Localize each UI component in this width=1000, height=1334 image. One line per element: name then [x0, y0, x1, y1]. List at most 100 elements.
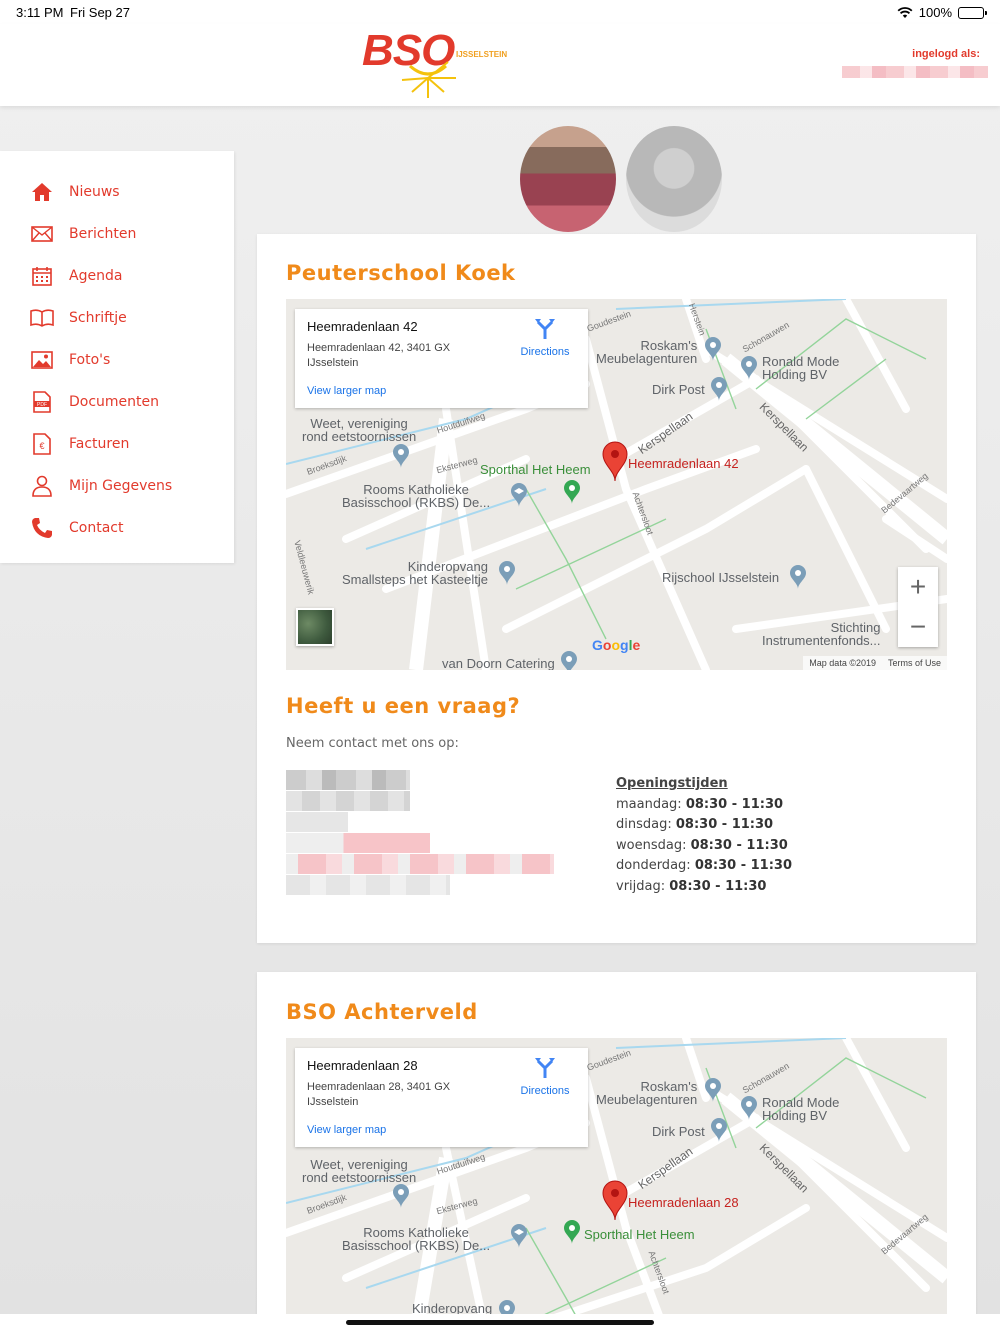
- directions-icon: [535, 319, 555, 339]
- map-info-box: Heemradenlaan 42 Heemradenlaan 42, 3401 …: [295, 309, 588, 408]
- battery-icon: [958, 6, 987, 19]
- opening-hours-row: dinsdag: 08:30 - 11:30: [616, 817, 774, 832]
- poi-label: Rijschool IJsselstein: [662, 570, 780, 585]
- poi-label: Rooms Katholieke Basisschool (RKBS) De...: [342, 1225, 491, 1253]
- location-card: BSO Achterveld Heemradenlaan 28 Heemrade…: [257, 972, 976, 1334]
- map-info-box: Heemradenlaan 28 Heemradenlaan 28, 3401 …: [295, 1048, 588, 1147]
- location-pin-icon[interactable]: [602, 441, 628, 481]
- avatar[interactable]: [520, 126, 616, 232]
- location-card: Peuterschool Koek Heemradenlaan 42 Heemr…: [257, 234, 976, 943]
- school-pin-icon[interactable]: [510, 1224, 528, 1248]
- status-time: 3:11 PM: [16, 5, 64, 20]
- poi-pin-icon[interactable]: [704, 337, 722, 361]
- directions-icon: [535, 1058, 555, 1078]
- map-place-name: Heemradenlaan 42: [307, 319, 418, 334]
- poi-label: Kinderopvang Smallsteps het Kasteeltje: [342, 559, 488, 587]
- avatar[interactable]: [626, 126, 722, 232]
- map-footer: Map data ©2019 Terms of Use: [803, 656, 947, 670]
- directions-button[interactable]: Directions: [515, 317, 575, 358]
- svg-text:PDF: PDF: [37, 402, 47, 408]
- poi-pin-icon[interactable]: [498, 561, 516, 585]
- child-avatars: [520, 126, 722, 232]
- poi-pin-icon[interactable]: [563, 480, 581, 504]
- location-pin-icon[interactable]: [602, 1180, 628, 1220]
- status-bar: 3:11 PM Fri Sep 27 100%: [0, 0, 1000, 24]
- sidebar-item-label: Contact: [69, 520, 124, 536]
- phone-icon: [30, 516, 54, 540]
- map-data-credit: Map data ©2019: [809, 658, 876, 668]
- directions-button[interactable]: Directions: [515, 1056, 575, 1097]
- sidebar-item-mijn-gegevens[interactable]: Mijn Gegevens: [30, 471, 172, 501]
- map-place-name: Heemradenlaan 28: [307, 1058, 418, 1073]
- map-place-address: Heemradenlaan 28, 3401 GX IJsselstein: [307, 1081, 451, 1108]
- poi-pin-icon[interactable]: [710, 377, 728, 401]
- poi-pin-icon[interactable]: [789, 565, 807, 589]
- google-logo: Google: [592, 637, 641, 653]
- view-larger-map-link[interactable]: View larger map: [307, 1124, 386, 1136]
- opening-hours: Openingstijden maandag: 08:30 - 11:30 di…: [616, 774, 792, 897]
- map-place-address: Heemradenlaan 42, 3401 GX IJsselstein: [307, 342, 451, 369]
- sidebar-item-facturen[interactable]: € Facturen: [30, 429, 129, 459]
- poi-pin-icon[interactable]: [392, 1184, 410, 1208]
- sidebar-item-contact[interactable]: Contact: [30, 513, 123, 543]
- poi-label: Dirk Post: [652, 382, 705, 397]
- sidebar-item-berichten[interactable]: Berichten: [30, 219, 136, 249]
- poi-label: Roskam's Meubelagenturen: [596, 338, 698, 366]
- image-icon: [30, 348, 54, 372]
- school-pin-icon[interactable]: [510, 483, 528, 507]
- sidebar-item-label: Mijn Gegevens: [69, 478, 173, 494]
- home-icon: [30, 180, 54, 204]
- envelope-icon: [30, 222, 54, 246]
- sidebar-item-schriftje[interactable]: Schriftje: [30, 303, 127, 333]
- poi-label: Ronald Mode Holding BV: [762, 1095, 840, 1123]
- poi-label: Dirk Post: [652, 1124, 705, 1139]
- opening-hours-row: vrijdag: 08:30 - 11:30: [616, 878, 767, 894]
- poi-pin-icon[interactable]: [740, 1096, 758, 1120]
- poi-label: Sporthal Het Heem: [480, 462, 591, 477]
- sidebar-item-agenda[interactable]: Agenda: [30, 261, 122, 291]
- contact-subtitle: Neem contact met ons op:: [286, 736, 459, 751]
- google-map[interactable]: Heemradenlaan 42 Heemradenlaan 42, 3401 …: [286, 299, 947, 670]
- location-title: Peuterschool Koek: [286, 261, 516, 285]
- bso-logo[interactable]: BSO IJSSELSTEIN: [362, 26, 507, 104]
- sidebar-item-label: Agenda: [69, 268, 123, 284]
- poi-pin-icon[interactable]: [392, 444, 410, 468]
- location-pin-label: Heemradenlaan 28: [628, 1195, 739, 1210]
- app-header: BSO IJSSELSTEIN ingelogd als:: [0, 24, 1000, 106]
- home-indicator[interactable]: [346, 1320, 654, 1325]
- pdf-icon: PDF: [30, 390, 54, 414]
- opening-hours-title: Openingstijden: [616, 776, 728, 791]
- poi-pin-icon[interactable]: [710, 1118, 728, 1142]
- zoom-out-button[interactable]: −: [898, 607, 938, 647]
- contact-details-redacted: [286, 770, 556, 895]
- logged-in-label: ingelogd als:: [912, 48, 980, 60]
- satellite-toggle[interactable]: [296, 608, 334, 646]
- sidebar-item-label: Schriftje: [69, 310, 127, 326]
- invoice-euro-icon: €: [30, 432, 54, 456]
- sidebar-item-label: Facturen: [69, 436, 130, 452]
- svg-text:€: €: [39, 441, 44, 451]
- contact-title: Heeft u een vraag?: [286, 694, 521, 718]
- view-larger-map-link[interactable]: View larger map: [307, 385, 386, 397]
- zoom-in-button[interactable]: +: [898, 567, 938, 607]
- sidebar-nav: Nieuws Berichten Agenda Schriftje Foto's…: [0, 151, 234, 563]
- sidebar-item-nieuws[interactable]: Nieuws: [30, 177, 120, 207]
- opening-hours-row: maandag: 08:30 - 11:30: [616, 796, 784, 812]
- poi-pin-icon[interactable]: [563, 1220, 581, 1244]
- location-title: BSO Achterveld: [286, 1000, 478, 1024]
- poi-label: Sporthal Het Heem: [584, 1227, 695, 1242]
- poi-label: Weet, vereniging rond eetstoornissen: [302, 1157, 417, 1185]
- sidebar-item-fotos[interactable]: Foto's: [30, 345, 110, 375]
- poi-pin-icon[interactable]: [560, 651, 578, 670]
- sun-icon: [401, 61, 456, 98]
- terms-link[interactable]: Terms of Use: [888, 658, 941, 668]
- calendar-icon: [30, 264, 54, 288]
- poi-label: van Doorn Catering: [442, 656, 555, 670]
- poi-pin-icon[interactable]: [740, 356, 758, 380]
- sidebar-item-documenten[interactable]: PDF Documenten: [30, 387, 159, 417]
- poi-label: Rooms Katholieke Basisschool (RKBS) De...: [342, 482, 491, 510]
- google-map[interactable]: Heemradenlaan 28 Heemradenlaan 28, 3401 …: [286, 1038, 947, 1334]
- poi-pin-icon[interactable]: [704, 1078, 722, 1102]
- poi-label: Ronald Mode Holding BV: [762, 354, 840, 382]
- logged-in-user-redacted: [842, 66, 988, 78]
